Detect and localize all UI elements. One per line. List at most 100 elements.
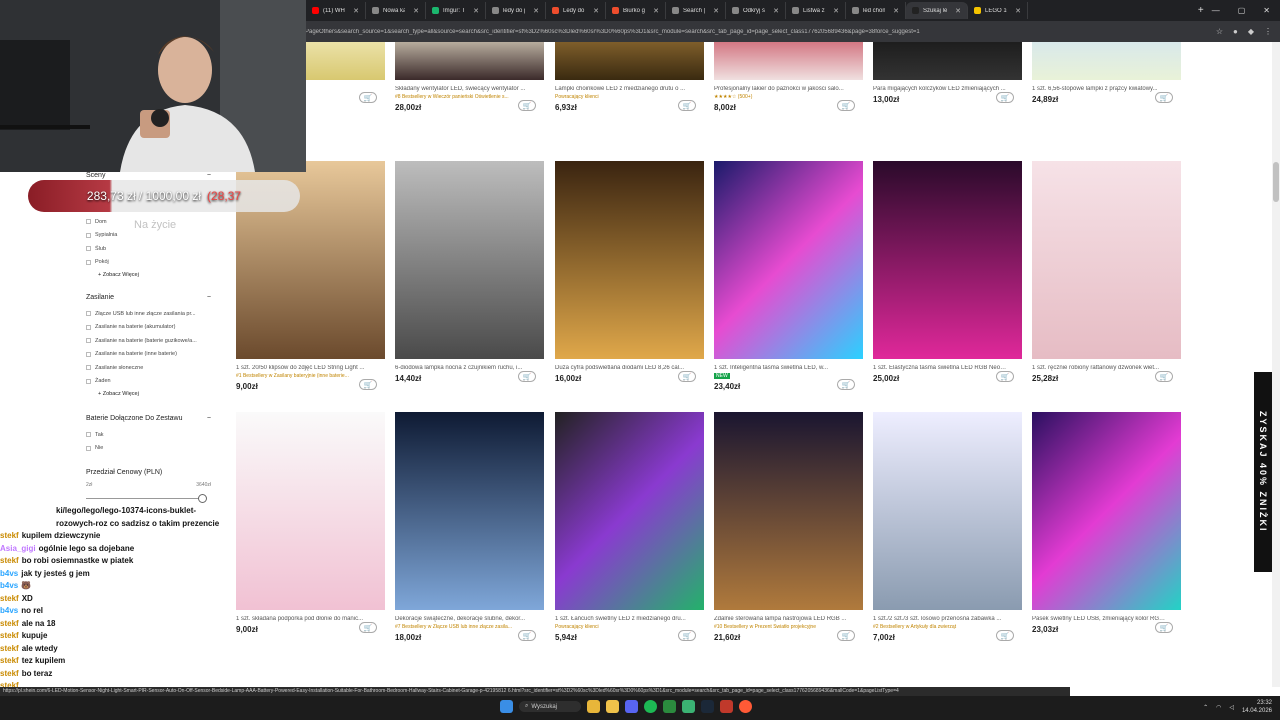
add-to-cart-button[interactable]: 🛒 bbox=[996, 371, 1014, 382]
product-image[interactable] bbox=[1032, 42, 1181, 80]
new-tab-button[interactable]: + bbox=[1190, 5, 1212, 16]
product-card[interactable]: 1 szt. 6,56-stopowe lampki z prążcy kwia… bbox=[1032, 42, 1181, 104]
filter-option[interactable]: Nie bbox=[86, 442, 211, 456]
browser-icon[interactable] bbox=[739, 700, 752, 713]
tab-close-icon[interactable]: ✕ bbox=[413, 7, 419, 15]
product-card[interactable]: Lampki choinkowe LED z miedzianego drutu… bbox=[555, 42, 704, 112]
spotify-icon[interactable] bbox=[644, 700, 657, 713]
add-to-cart-button[interactable]: 🛒 bbox=[837, 100, 855, 111]
filter-option[interactable]: Ślub bbox=[86, 242, 211, 256]
product-image[interactable] bbox=[555, 42, 704, 80]
product-title[interactable]: Pasek świetlny LED USB, zmieniający kolo… bbox=[1032, 616, 1167, 622]
browser-tab[interactable]: led chomik ✕ bbox=[846, 2, 906, 19]
product-card[interactable]: Zdalnie sterowana lampa nastrojowa LED R… bbox=[714, 412, 863, 642]
product-image[interactable] bbox=[1032, 412, 1181, 610]
add-to-cart-button[interactable]: 🛒 bbox=[518, 630, 536, 641]
filter-option[interactable]: Zasilanie na baterie (akumulator) bbox=[86, 321, 211, 335]
product-image[interactable] bbox=[873, 412, 1022, 610]
filter-option[interactable]: Złącze USB lub inne złącze zasilania pr.… bbox=[86, 307, 211, 321]
filter-battery-header[interactable]: Baterie Dołączone Do Zestawu − bbox=[86, 415, 211, 422]
product-image[interactable] bbox=[555, 161, 704, 359]
add-to-cart-button[interactable]: 🛒 bbox=[1155, 622, 1173, 633]
checkbox[interactable] bbox=[86, 351, 91, 357]
product-card[interactable]: Dekoracje świąteczne, dekoracje ślubne, … bbox=[395, 412, 544, 642]
app-icon[interactable] bbox=[663, 700, 676, 713]
add-to-cart-button[interactable]: 🛒 bbox=[518, 100, 536, 111]
product-title[interactable]: 1 szt. Inteligentna taśma świetlna LED, … bbox=[714, 365, 849, 371]
product-card[interactable]: 1 szt./2 szt./3 szt. losowo przenośna za… bbox=[873, 412, 1022, 642]
extension-icon[interactable]: ● bbox=[1233, 27, 1238, 36]
product-image[interactable] bbox=[714, 161, 863, 359]
tab-close-icon[interactable]: ✕ bbox=[593, 7, 599, 15]
product-image[interactable] bbox=[873, 161, 1022, 359]
tab-close-icon[interactable]: ✕ bbox=[773, 7, 779, 15]
add-to-cart-button[interactable]: 🛒 bbox=[996, 630, 1014, 641]
app-icon[interactable] bbox=[682, 700, 695, 713]
product-card[interactable]: 1 szt. ręcznie robiony rattanowy dzwonek… bbox=[1032, 161, 1181, 383]
product-card[interactable]: Duża cyfra podświetlana diodami LED 8,26… bbox=[555, 161, 704, 383]
product-title[interactable]: 1 szt. składana podpórka pod dłonie do m… bbox=[236, 616, 371, 622]
bookmark-star-icon[interactable]: ☆ bbox=[1216, 27, 1223, 36]
maximize-button[interactable]: ▢ bbox=[1238, 6, 1246, 15]
app-icon[interactable] bbox=[720, 700, 733, 713]
tab-close-icon[interactable]: ✕ bbox=[353, 7, 359, 15]
extensions-puzzle-icon[interactable]: ◆ bbox=[1248, 27, 1254, 36]
checkbox[interactable] bbox=[86, 445, 91, 451]
add-to-cart-button[interactable]: 🛒 bbox=[996, 92, 1014, 103]
product-image[interactable] bbox=[236, 412, 385, 610]
filter-option[interactable]: Zasilanie słoneczne bbox=[86, 361, 211, 375]
filter-option[interactable]: Zasilanie na baterie (baterie guzikowe/a… bbox=[86, 334, 211, 348]
product-card[interactable]: Składany wentylator LED, świecący wentyl… bbox=[395, 42, 544, 112]
product-card[interactable]: 1 szt. Elastyczna taśma świetlna LED RGB… bbox=[873, 161, 1022, 383]
checkbox[interactable] bbox=[86, 232, 91, 238]
product-title[interactable]: 1 szt./2 szt./3 szt. losowo przenośna za… bbox=[873, 616, 1008, 622]
promo-side-tab[interactable]: ZYSKAJ 40% ZNIŻKI bbox=[1254, 372, 1272, 572]
filter-power-header[interactable]: Zasilanie − bbox=[86, 294, 211, 301]
checkbox[interactable] bbox=[86, 246, 91, 252]
taskbar-search[interactable]: ⌕ Wyszukaj bbox=[519, 701, 581, 712]
scenes-more-link[interactable]: + Zobacz Więcej bbox=[98, 272, 211, 278]
browser-tab[interactable]: Odkryj świat ✕ bbox=[726, 2, 786, 19]
product-card[interactable]: 1 szt. Łańcuch świetlny LED z miedzianeg… bbox=[555, 412, 704, 642]
add-to-cart-button[interactable]: 🛒 bbox=[678, 100, 696, 111]
product-title[interactable]: 1 szt. 20/50 klipsów do zdjęć LED String… bbox=[236, 365, 371, 371]
browser-tab[interactable]: ledy do pokoj ✕ bbox=[486, 2, 546, 19]
product-title[interactable]: 6-diodowa lampka nocna z czujnikiem ruch… bbox=[395, 365, 530, 371]
wifi-icon[interactable]: ◠ bbox=[1216, 704, 1221, 711]
add-to-cart-button[interactable]: 🛒 bbox=[678, 630, 696, 641]
tab-close-icon[interactable]: ✕ bbox=[653, 7, 659, 15]
collapse-icon[interactable]: − bbox=[207, 294, 211, 301]
product-image[interactable] bbox=[1032, 161, 1181, 359]
product-title[interactable]: Duża cyfra podświetlana diodami LED 8,26… bbox=[555, 365, 690, 371]
tray-chevron-icon[interactable]: ⌃ bbox=[1203, 704, 1208, 711]
product-title[interactable]: 1 szt. Łańcuch świetlny LED z miedzianeg… bbox=[555, 616, 690, 622]
product-title[interactable]: 1 szt. 6,56-stopowe lampki z prążcy kwia… bbox=[1032, 86, 1167, 92]
tab-close-icon[interactable]: ✕ bbox=[533, 7, 539, 15]
product-title[interactable]: Para migających kolczyków LED zmieniając… bbox=[873, 86, 1008, 92]
product-title[interactable]: Zdalnie sterowana lampa nastrojowa LED R… bbox=[714, 616, 849, 622]
browser-tab[interactable]: Ledy do Poko ✕ bbox=[546, 2, 606, 19]
checkbox[interactable] bbox=[86, 259, 91, 265]
checkbox[interactable] bbox=[86, 365, 91, 371]
filter-scenes-header[interactable]: Sceny − bbox=[86, 172, 211, 179]
steam-icon[interactable] bbox=[701, 700, 714, 713]
tab-close-icon[interactable]: ✕ bbox=[713, 7, 719, 15]
clock[interactable]: 23:32 14.04.2026 bbox=[1242, 699, 1272, 715]
product-title[interactable]: 1 szt. Elastyczna taśma świetlna LED RGB… bbox=[873, 365, 1008, 371]
browser-tab[interactable]: Search | Activ ✕ bbox=[666, 2, 726, 19]
chrome-icon[interactable] bbox=[587, 700, 600, 713]
tab-close-icon[interactable]: ✕ bbox=[1015, 7, 1021, 15]
minimize-button[interactable]: — bbox=[1212, 6, 1220, 15]
checkbox[interactable] bbox=[86, 219, 91, 225]
browser-tab[interactable]: (11) WHITE W ✕ bbox=[306, 2, 366, 19]
browser-tab[interactable]: Szukaj led | S ✕ bbox=[906, 2, 968, 19]
checkbox[interactable] bbox=[86, 324, 91, 330]
product-card[interactable]: 6-diodowa lampka nocna z czujnikiem ruch… bbox=[395, 161, 544, 383]
page-scrollbar[interactable] bbox=[1272, 42, 1280, 687]
filter-option[interactable]: Tak bbox=[86, 428, 211, 442]
product-image[interactable] bbox=[555, 412, 704, 610]
filter-option[interactable]: Żaden bbox=[86, 375, 211, 389]
product-image[interactable] bbox=[395, 42, 544, 80]
tab-close-icon[interactable]: ✕ bbox=[833, 7, 839, 15]
product-title[interactable]: Profesjonalny lakier do paznokci w jakoś… bbox=[714, 86, 849, 92]
